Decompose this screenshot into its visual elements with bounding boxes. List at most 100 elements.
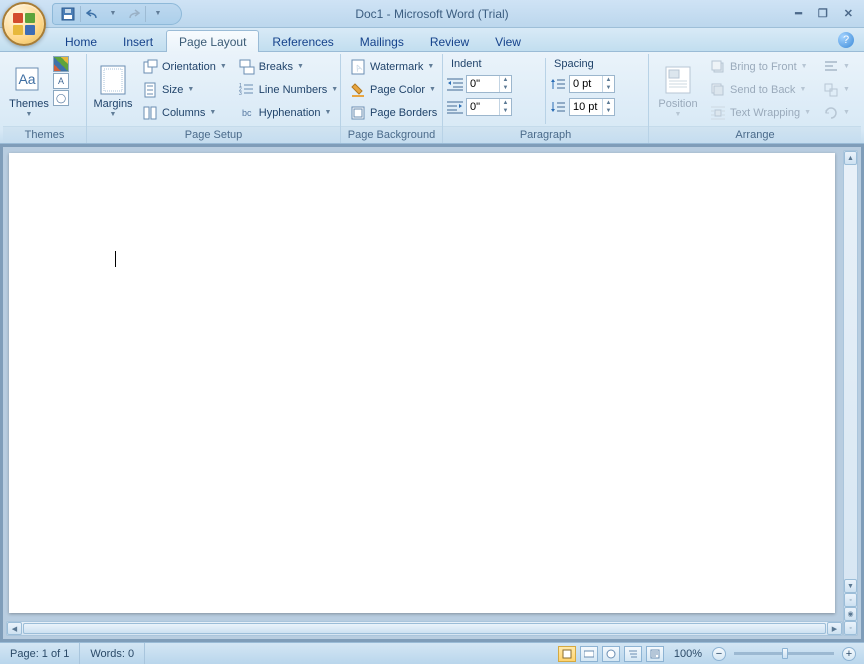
hscroll-thumb[interactable] (23, 623, 826, 634)
svg-text:3: 3 (239, 91, 242, 97)
scroll-up-button[interactable]: ▲ (844, 151, 857, 165)
browse-object-button[interactable]: ◉ (844, 607, 857, 621)
indent-label: Indent (447, 56, 541, 72)
page-borders-label: Page Borders (370, 107, 437, 119)
rotate-button: ▼ (818, 102, 855, 124)
theme-colors-button[interactable] (53, 56, 69, 72)
size-label: Size (162, 84, 183, 96)
paragraph-group-title: Paragraph (443, 126, 648, 143)
document-page[interactable] (9, 153, 835, 613)
horizontal-scrollbar[interactable]: ◀ ▶ (6, 621, 843, 636)
orientation-label: Orientation (162, 61, 216, 73)
undo-dropdown[interactable]: ▼ (104, 5, 122, 23)
columns-label: Columns (162, 107, 205, 119)
scroll-right-button[interactable]: ▶ (827, 622, 842, 635)
align-button: ▼ (818, 56, 855, 78)
space-after-up[interactable]: ▲ (603, 99, 614, 107)
zoom-slider[interactable] (734, 652, 834, 655)
indent-left-input[interactable]: 0"▲▼ (466, 75, 512, 93)
draft-view[interactable] (646, 646, 664, 662)
send-to-back-icon (710, 82, 726, 98)
theme-effects-button[interactable]: ◯ (53, 90, 69, 106)
space-before-down[interactable]: ▼ (603, 84, 614, 92)
text-wrapping-button: Text Wrapping▼ (705, 102, 816, 124)
tab-page-layout[interactable]: Page Layout (166, 30, 259, 52)
columns-button[interactable]: Columns▼ (137, 102, 232, 124)
space-after-down[interactable]: ▼ (603, 107, 614, 115)
group-button: ▼ (818, 79, 855, 101)
orientation-button[interactable]: Orientation▼ (137, 56, 232, 78)
office-button[interactable] (2, 2, 46, 46)
hyphenation-button[interactable]: bc Hyphenation▼ (234, 102, 343, 124)
tab-home[interactable]: Home (52, 30, 110, 52)
status-words[interactable]: Words: 0 (80, 643, 145, 664)
themes-button[interactable]: Aa Themes ▼ (7, 56, 51, 126)
redo-button[interactable] (124, 5, 142, 23)
line-numbers-icon: 123 (239, 82, 255, 98)
position-icon (662, 64, 694, 96)
tab-review[interactable]: Review (417, 30, 482, 52)
rotate-icon (823, 105, 839, 121)
space-before-value: 0 pt (570, 76, 602, 92)
undo-button[interactable] (84, 5, 102, 23)
space-before-input[interactable]: 0 pt▲▼ (569, 75, 615, 93)
minimize-button[interactable]: ━ (792, 5, 805, 22)
indent-left-up[interactable]: ▲ (500, 76, 511, 84)
zoom-thumb[interactable] (782, 648, 788, 659)
line-numbers-button[interactable]: 123 Line Numbers▼ (234, 79, 343, 101)
indent-left-down[interactable]: ▼ (500, 84, 511, 92)
space-before-up[interactable]: ▲ (603, 76, 614, 84)
indent-right-down[interactable]: ▼ (500, 107, 511, 115)
indent-right-icon (447, 99, 463, 115)
vertical-scrollbar[interactable]: ▲ ▼ ◦ ◉ ◦ (843, 150, 858, 636)
send-to-back-label: Send to Back (730, 84, 795, 96)
scroll-left-button[interactable]: ◀ (7, 622, 22, 635)
web-layout-view[interactable] (602, 646, 620, 662)
indent-right-up[interactable]: ▲ (500, 99, 511, 107)
outline-view[interactable] (624, 646, 642, 662)
status-page[interactable]: Page: 1 of 1 (0, 643, 80, 664)
print-layout-view[interactable] (558, 646, 576, 662)
prev-page-button[interactable]: ◦ (844, 593, 857, 607)
help-button[interactable]: ? (838, 32, 854, 48)
text-wrapping-label: Text Wrapping (730, 107, 800, 119)
send-to-back-button: Send to Back▼ (705, 79, 816, 101)
tab-mailings[interactable]: Mailings (347, 30, 417, 52)
space-after-input[interactable]: 10 pt▲▼ (569, 98, 615, 116)
indent-left-value: 0" (467, 76, 499, 92)
qat-customize[interactable]: ▼ (149, 5, 167, 23)
zoom-level[interactable]: 100% (674, 648, 702, 660)
full-screen-view[interactable] (580, 646, 598, 662)
zoom-in-button[interactable]: + (842, 647, 856, 661)
watermark-button[interactable]: A Watermark▼ (345, 56, 442, 78)
space-after-icon (550, 99, 566, 115)
page-borders-icon (350, 105, 366, 121)
margins-button[interactable]: Margins ▼ (91, 56, 135, 126)
scroll-down-button[interactable]: ▼ (844, 579, 857, 593)
text-cursor (115, 251, 116, 267)
themes-group-title: Themes (3, 126, 86, 143)
tab-insert[interactable]: Insert (110, 30, 166, 52)
size-button[interactable]: Size▼ (137, 79, 232, 101)
page-color-button[interactable]: Page Color▼ (345, 79, 442, 101)
indent-right-value: 0" (467, 99, 499, 115)
margins-icon (97, 64, 129, 96)
tab-references[interactable]: References (259, 30, 346, 52)
save-button[interactable] (59, 5, 77, 23)
theme-fonts-button[interactable]: A (53, 73, 69, 89)
maximize-button[interactable]: ❐ (815, 5, 831, 22)
next-page-button[interactable]: ◦ (844, 621, 857, 635)
line-numbers-label: Line Numbers (259, 84, 327, 96)
breaks-button[interactable]: Breaks▼ (234, 56, 343, 78)
zoom-out-button[interactable]: − (712, 647, 726, 661)
spacing-label: Spacing (550, 56, 644, 72)
tab-view[interactable]: View (482, 30, 534, 52)
bring-to-front-label: Bring to Front (730, 61, 797, 73)
columns-icon (142, 105, 158, 121)
page-borders-button[interactable]: Page Borders (345, 102, 442, 124)
page-color-icon (350, 82, 366, 98)
close-button[interactable]: ✕ (841, 5, 856, 22)
align-icon (823, 59, 839, 75)
indent-right-input[interactable]: 0"▲▼ (466, 98, 512, 116)
bring-to-front-button: Bring to Front▼ (705, 56, 816, 78)
